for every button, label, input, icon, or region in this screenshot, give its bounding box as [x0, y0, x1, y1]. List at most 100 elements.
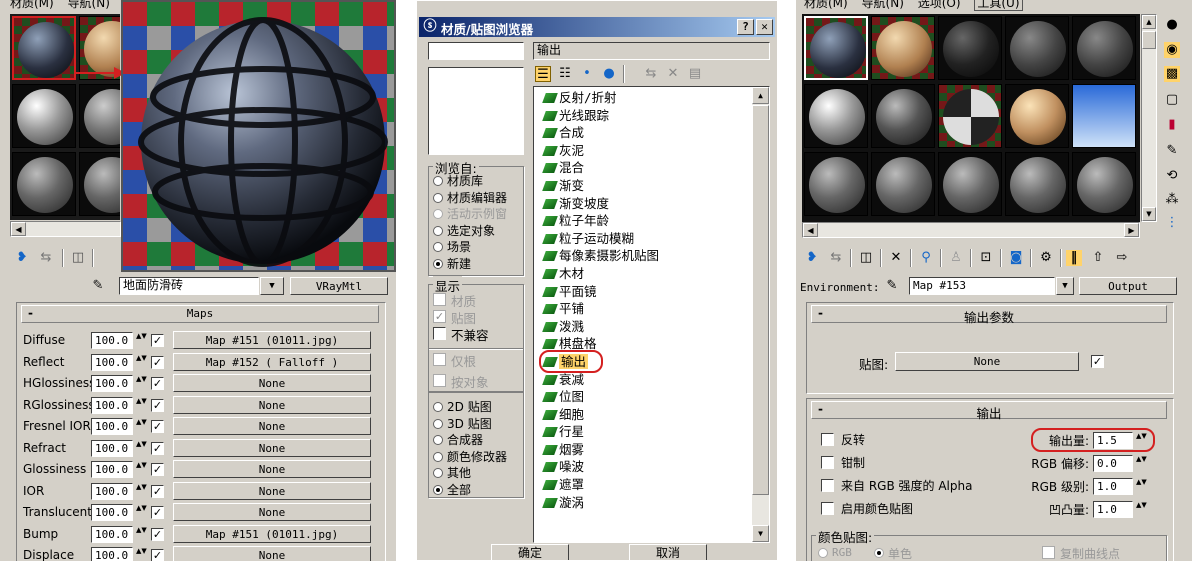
make-unique-icon[interactable]: ⚲: [918, 250, 934, 266]
map-slot-button[interactable]: None: [173, 503, 371, 521]
material-type-button[interactable]: VRayMtl: [290, 277, 388, 295]
slot-vertical-scrollbar[interactable]: ▲ ▼: [1141, 14, 1157, 222]
scroll-up-arrow-icon[interactable]: ▲: [1142, 15, 1156, 29]
map-amount-spinner[interactable]: ▲▼: [136, 397, 147, 413]
filter-checkbox[interactable]: [433, 353, 446, 366]
map-amount-spinner[interactable]: ▲▼: [136, 461, 147, 477]
menu-navigation[interactable]: 导航(N): [68, 0, 110, 10]
sample-slot[interactable]: [938, 152, 1002, 216]
material-name-field[interactable]: 地面防滑砖: [119, 277, 259, 295]
delete-icon[interactable]: ✕: [665, 66, 681, 82]
map-slot-button[interactable]: None: [173, 438, 371, 457]
map-amount-field[interactable]: 100.0: [91, 396, 133, 414]
sample-slot[interactable]: [1072, 84, 1136, 148]
sample-slot[interactable]: [12, 152, 76, 216]
scroll-up-arrow-icon[interactable]: ▲: [752, 87, 769, 104]
browse-from-radio[interactable]: [433, 192, 443, 203]
slot-horizontal-scrollbar[interactable]: ◀ ▶: [802, 222, 1140, 238]
map-type-list[interactable]: 反射/折射 光线跟踪 合成 灰泥 混合 渐变 渐变坡度 粒子年龄 粒子运动模糊 每像素摄影机贴图木…: [533, 86, 770, 543]
clear-icon[interactable]: ▤: [687, 66, 703, 82]
map-amount-field[interactable]: 100.0: [91, 439, 133, 457]
reset-map-icon[interactable]: ✕: [888, 250, 904, 266]
uv-tiling-icon[interactable]: ▢: [1164, 92, 1180, 108]
slot-horizontal-scrollbar[interactable]: ◀: [10, 221, 121, 237]
sample-slot[interactable]: [871, 84, 935, 148]
map-enable-checkbox[interactable]: ✓: [151, 549, 164, 561]
cancel-button[interactable]: 取消: [629, 544, 707, 560]
sample-slot[interactable]: [1005, 152, 1069, 216]
map-slot-button[interactable]: Map #151 (01011.jpg): [173, 331, 371, 349]
sample-slot[interactable]: [871, 152, 935, 216]
video-check-icon[interactable]: ▮: [1164, 117, 1180, 133]
map-enable-checkbox[interactable]: ✓: [1091, 355, 1104, 368]
show-checkbox[interactable]: [433, 293, 446, 306]
go-forward-icon[interactable]: ⇨: [1114, 250, 1130, 266]
put-to-library-icon[interactable]: ♙: [948, 250, 964, 266]
output-param-field[interactable]: 1.0: [1093, 501, 1133, 518]
type-radio[interactable]: [433, 435, 443, 445]
material-effects-channel-icon[interactable]: ⊡: [978, 250, 994, 266]
show-map-icon[interactable]: ◙: [1008, 250, 1024, 266]
sample-slot[interactable]: [804, 152, 868, 216]
output-param-field[interactable]: 1.0: [1093, 478, 1133, 495]
scroll-down-arrow-icon[interactable]: ▼: [1142, 207, 1156, 221]
browse-from-radio[interactable]: [433, 258, 443, 269]
output-checkbox[interactable]: [821, 433, 834, 446]
list-item[interactable]: 噪波: [534, 458, 769, 476]
browse-from-radio[interactable]: [433, 242, 443, 252]
map-slot-button[interactable]: None: [173, 460, 371, 478]
map-enable-checkbox[interactable]: ✓: [151, 398, 164, 412]
map-slot-button[interactable]: None: [173, 395, 371, 414]
list-item[interactable]: 行星: [534, 423, 769, 441]
sample-slot[interactable]: [79, 84, 120, 148]
maps-rollout-header[interactable]: - Maps: [21, 305, 379, 323]
list-item[interactable]: 泼溅: [534, 318, 769, 336]
view-list-icons-icon[interactable]: ☷: [557, 66, 573, 82]
list-item[interactable]: 细胞: [534, 406, 769, 424]
map-enable-checkbox[interactable]: ✓: [151, 463, 164, 476]
scroll-right-arrow-icon[interactable]: ▶: [1124, 223, 1139, 237]
list-item[interactable]: 木材: [534, 265, 769, 283]
output-checkbox[interactable]: [821, 479, 834, 492]
list-item[interactable]: 渐变坡度: [534, 195, 769, 213]
menu-material[interactable]: 材质(M): [804, 0, 848, 10]
map-amount-spinner[interactable]: ▲▼: [136, 483, 147, 499]
map-enable-checkbox[interactable]: ✓: [151, 420, 164, 433]
color-map-mono-radio[interactable]: [874, 548, 884, 558]
browse-from-radio[interactable]: [433, 225, 443, 236]
browse-from-radio[interactable]: [433, 176, 443, 186]
ok-button[interactable]: 确定: [491, 544, 569, 560]
map-slot-button[interactable]: None: [173, 417, 371, 435]
pick-material-icon[interactable]: ✎: [884, 278, 900, 294]
map-amount-field[interactable]: 100.0: [91, 353, 133, 371]
list-item[interactable]: 反射/折射: [534, 89, 769, 107]
map-enable-checkbox[interactable]: ✓: [151, 506, 164, 519]
map-slot-button[interactable]: None: [895, 352, 1079, 371]
output-param-field[interactable]: 0.0: [1093, 455, 1133, 472]
map-enable-checkbox[interactable]: ✓: [151, 377, 164, 390]
list-item[interactable]: 烟雾: [534, 441, 769, 459]
sample-slot[interactable]: [938, 16, 1002, 80]
sample-slot[interactable]: [1072, 152, 1136, 216]
list-item[interactable]: 灰泥: [534, 142, 769, 160]
list-item[interactable]: 渐变: [534, 177, 769, 195]
scroll-thumb[interactable]: [1142, 31, 1156, 49]
map-slot-button[interactable]: None: [173, 374, 371, 392]
sample-slot[interactable]: [12, 84, 76, 148]
copy-curve-checkbox[interactable]: [1042, 546, 1055, 559]
browse-from-radio[interactable]: [433, 209, 443, 219]
type-radio[interactable]: [433, 418, 443, 429]
list-item[interactable]: 合成: [534, 124, 769, 142]
type-radio[interactable]: [433, 468, 443, 478]
list-item[interactable]: 平面镜: [534, 283, 769, 301]
make-preview-icon[interactable]: ✎: [1164, 143, 1180, 159]
map-amount-spinner[interactable]: ▲▼: [136, 504, 147, 520]
help-button[interactable]: ?: [737, 19, 754, 35]
show-checkbox[interactable]: [433, 327, 446, 340]
scroll-left-arrow-icon[interactable]: ◀: [11, 222, 26, 236]
sample-slot[interactable]: [79, 152, 120, 216]
backlight-icon[interactable]: ◉: [1164, 42, 1180, 58]
map-slot-button[interactable]: Map #151 (01011.jpg): [173, 524, 371, 543]
map-name-dropdown[interactable]: ▼: [1056, 277, 1074, 295]
options-icon[interactable]: ⟲: [1164, 168, 1180, 184]
